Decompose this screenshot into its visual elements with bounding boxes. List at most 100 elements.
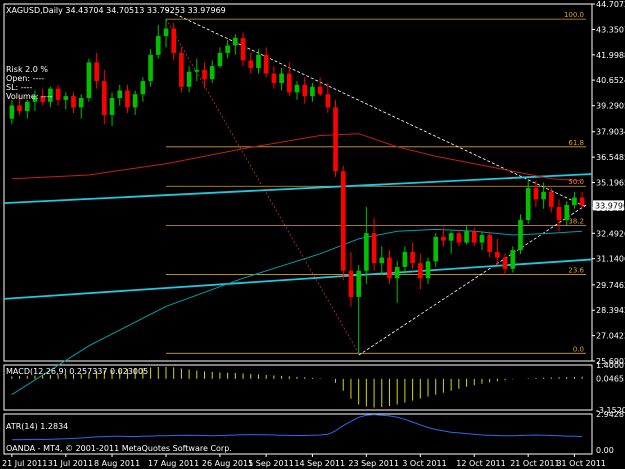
candle-body — [387, 257, 392, 279]
y-tick-label: 39.2905 — [596, 102, 625, 111]
candle-body — [502, 257, 508, 269]
candle-body — [24, 101, 30, 112]
candle-body — [471, 231, 477, 243]
atr-label: ATR(14) 1.2834 — [6, 422, 68, 431]
y-tick-label: 37.9034 — [596, 128, 625, 137]
candle-body — [340, 171, 346, 271]
candle-body — [248, 60, 254, 68]
candle-body — [117, 90, 123, 98]
candle-body — [179, 52, 184, 87]
candle-body — [225, 45, 230, 53]
candle-body — [402, 251, 408, 267]
candle-body — [549, 191, 554, 207]
candle-body — [541, 191, 546, 200]
info-sl: SL: ---- — [6, 83, 32, 92]
candle-body — [55, 88, 61, 100]
x-tick-label: 23 Sep 2011 — [348, 459, 399, 468]
candle-body — [294, 84, 300, 93]
candle-body — [441, 236, 446, 241]
candle-body — [456, 233, 462, 243]
current-price-tag: 33.9796 — [595, 201, 625, 210]
copyright-label: OANDA - MT4, © 2001-2011 MetaQuotes Soft… — [6, 444, 232, 453]
chart-title: XAGUSD,Daily 34.43704 34.70513 33.79253 … — [6, 6, 226, 15]
y-tick-label: 35.1965 — [596, 179, 625, 188]
candle-body — [325, 94, 331, 108]
candle-body — [132, 94, 138, 108]
candle-body — [71, 96, 76, 108]
fib-level-label: 100.0 — [564, 11, 584, 19]
x-tick-label: 31 Jul 2011 — [48, 459, 93, 468]
candle-body — [78, 97, 84, 108]
info-volume: Volume: ---- — [6, 92, 53, 101]
candle-body — [487, 235, 492, 252]
info-risk: Risk 2.0 % — [6, 65, 48, 74]
y-tick-label: 31.1406 — [596, 255, 625, 264]
macd-tick-label: 1.4000 — [596, 361, 624, 370]
x-tick-label: 12 Oct 2011 — [456, 459, 505, 468]
price-axis: 44.7072 43.3507 41.9988 40.6524 39.2905 37.90… — [592, 0, 625, 366]
candle-body — [9, 105, 15, 119]
candle-body — [140, 81, 146, 95]
atr-tick-label: 0.00 — [596, 446, 614, 455]
macd-tick-label: 0.0465 — [596, 374, 624, 383]
x-tick-label: 31 Oct 2011 — [556, 459, 605, 468]
candle-body — [464, 231, 469, 243]
x-tick-label: 14 Sep 2011 — [294, 459, 345, 468]
y-tick-label: 40.6524 — [596, 76, 625, 85]
candle-body — [148, 54, 153, 82]
candle-body — [194, 69, 200, 72]
chart-canvas: 100.061.850.038.223.60.0 44.707243.35074… — [2, 0, 625, 468]
candle-body — [233, 37, 238, 46]
candle-body — [425, 261, 431, 279]
x-tick-label: 21 Oct 2011 — [510, 459, 559, 468]
info-open: Open: ---- — [6, 74, 44, 83]
candle-body — [17, 105, 22, 112]
candle-body — [448, 233, 454, 241]
y-tick-label: 27.0423 — [596, 332, 625, 341]
x-tick-label: 17 Aug 2011 — [148, 459, 199, 468]
fib-level-label: 23.6 — [568, 266, 584, 274]
candle-body — [186, 71, 192, 87]
candle-body — [109, 97, 115, 115]
candle-body — [302, 84, 308, 97]
y-tick-label: 41.9988 — [596, 51, 625, 60]
candle-body — [410, 251, 415, 264]
x-tick-label: 26 Aug 2011 — [202, 459, 253, 468]
candle-body — [271, 73, 277, 83]
atr-tick-label: 2.9428 — [596, 410, 624, 419]
candle-body — [433, 236, 439, 262]
macd-label: MACD(12,26,9) 0.257337 0.023005 — [6, 367, 148, 376]
candle-body — [102, 81, 107, 115]
y-tick-label: 36.5485 — [596, 153, 625, 162]
x-tick-label: 5 Sep 2011 — [248, 459, 294, 468]
candle-body — [564, 205, 570, 221]
y-tick-label: 43.3507 — [596, 25, 625, 34]
candle-body — [333, 107, 338, 172]
candle-body — [556, 206, 562, 221]
candle-body — [364, 233, 369, 271]
candle-body — [163, 28, 169, 37]
y-tick-label: 28.3942 — [596, 306, 625, 315]
candle-body — [202, 69, 207, 80]
candle-body — [279, 73, 284, 83]
fib-level-label: 38.2 — [568, 218, 584, 226]
candle-body — [217, 52, 223, 67]
x-tick-label: 3 Oct 2011 — [402, 459, 446, 468]
y-tick-label: 32.4926 — [596, 229, 625, 238]
candle-body — [155, 36, 161, 55]
candle-body — [310, 86, 315, 97]
candle-body — [525, 188, 531, 221]
time-axis: 21 Jul 2011 31 Jul 2011 8 Aug 2011 17 Aug 2… — [2, 454, 606, 468]
candle-body — [379, 257, 385, 264]
candle-body — [533, 188, 539, 200]
candle-body — [510, 250, 516, 269]
candle-body — [572, 197, 577, 206]
fib-level-label: 0.0 — [573, 345, 584, 353]
candle-body — [579, 197, 585, 206]
x-tick-label: 21 Jul 2011 — [2, 459, 47, 468]
candle-body — [94, 62, 99, 82]
y-tick-label: 44.7072 — [596, 0, 625, 9]
candle-body — [86, 62, 92, 98]
candle-body — [495, 251, 500, 258]
candle-body — [63, 96, 69, 100]
